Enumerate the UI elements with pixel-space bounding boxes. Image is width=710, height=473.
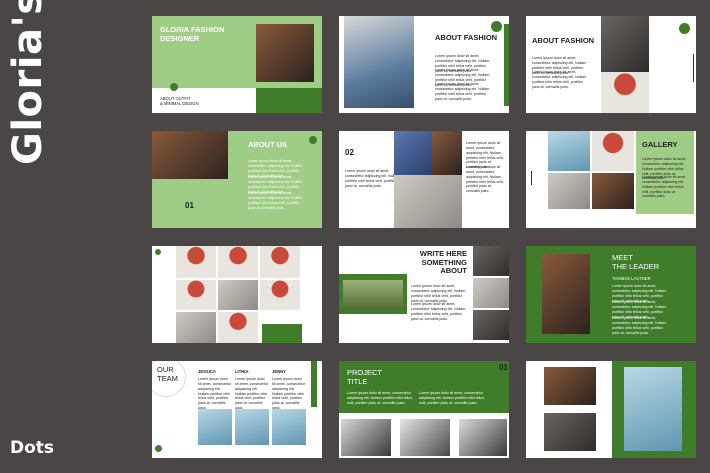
body-text: Lorem ipsum dolor sit amet, consectetur … <box>198 377 232 410</box>
photo-shirt <box>394 131 432 175</box>
dot-accent <box>155 249 161 255</box>
team-member-name: JENNY <box>272 369 286 374</box>
photo-grid-8 <box>218 312 258 343</box>
photo-team-1 <box>198 409 232 445</box>
slide-title: ABOUT FASHION <box>532 36 595 45</box>
photo-2 <box>544 413 596 451</box>
photo-grid-5 <box>218 280 258 310</box>
divider <box>693 54 694 82</box>
side-bar <box>311 361 317 407</box>
body-text: Lorem ipsum dolor sit amet, consectetur … <box>235 377 269 410</box>
slide-number: 02 <box>345 148 354 157</box>
slide-about-fashion-1[interactable]: ABOUT FASHION Lorem ipsum dolor sit amet… <box>339 16 509 113</box>
body-text: Lorem ipsum dolor sit amet, consectetur … <box>642 175 687 199</box>
photo-shoes <box>432 131 462 175</box>
leader-name: THOMAS LAUTNER <box>612 276 651 281</box>
body-text: Lorem ipsum dolor sit amet, consectetur … <box>347 391 413 405</box>
photo-model-denim <box>344 16 414 108</box>
photo-grid-7 <box>176 312 216 343</box>
photo-grid-4 <box>176 280 216 310</box>
photo-field <box>343 280 403 310</box>
slide-02[interactable]: 02 Lorem ipsum dolor sit amet, consectet… <box>339 131 509 228</box>
dot-accent <box>491 21 502 32</box>
photo-1 <box>544 367 596 405</box>
slide-title: PROJECT TITLE <box>347 368 383 386</box>
photo-person-1 <box>473 246 509 276</box>
photo-gallery-4 <box>592 173 634 209</box>
brand-subtitle: Dots <box>10 438 55 458</box>
slide-title: ABOUT FASHION <box>435 33 498 42</box>
photo-3 <box>624 367 682 451</box>
slide-number: 01 <box>499 363 508 372</box>
body-text: Lorem ipsum dolor sit amet, consectetur … <box>419 391 485 405</box>
slide-cover[interactable]: GLORIA FASHION DESIGNER ABOUT OUTFIT & M… <box>152 16 322 113</box>
dot-accent <box>679 23 690 34</box>
slide-subtitle: ABOUT OUTFIT & MINIMAL DESIGN <box>160 96 199 107</box>
photo-gallery-2 <box>592 131 634 171</box>
photo-grid-6 <box>260 280 300 310</box>
dot-accent <box>170 83 178 91</box>
body-text: Lorem ipsum dolor sit amet, consectetur … <box>411 284 466 303</box>
slide-meet-leader[interactable]: MEET THE LEADER THOMAS LAUTNER Lorem ips… <box>526 246 696 343</box>
photo-man-suit <box>601 16 649 72</box>
side-bar <box>504 24 509 106</box>
photo-project-3 <box>459 419 507 456</box>
body-text: Lorem ipsum dolor sit amet, consectetur … <box>532 70 587 89</box>
dark-green-block <box>256 88 322 113</box>
body-text: Lorem ipsum dolor sit amet, consectetur … <box>248 191 303 210</box>
slide-project-title[interactable]: PROJECT TITLE 01 Lorem ipsum dolor sit a… <box>339 361 509 458</box>
slide-title: OUR TEAM <box>157 365 178 383</box>
photo-team-2 <box>235 409 269 445</box>
body-text: Lorem ipsum dolor sit amet, consectetur … <box>466 165 504 194</box>
dot-accent <box>155 445 162 452</box>
body-text: Lorem ipsum dolor sit amet, consectetur … <box>435 82 490 101</box>
photo-grid-2 <box>218 246 258 278</box>
photo-grid-3 <box>260 246 300 278</box>
photo-mannequin <box>152 131 228 179</box>
slide-photos[interactable] <box>526 361 696 458</box>
photo-person-2 <box>473 278 509 308</box>
slide-title: MEET THE LEADER <box>612 253 660 271</box>
dark-green-block <box>262 324 302 343</box>
photo-person-3 <box>473 310 509 340</box>
dot-accent <box>309 136 317 144</box>
slide-our-team[interactable]: OUR TEAM JESSICA LITHIA JENNY Lorem ipsu… <box>152 361 322 458</box>
slide-title: GALLERY <box>642 140 678 149</box>
body-text: Lorem ipsum dolor sit amet, consectetur … <box>411 302 466 321</box>
body-text: Lorem ipsum dolor sit amet, consectetur … <box>612 316 667 335</box>
photo-mannequin <box>256 24 314 82</box>
photo-grid-1 <box>176 246 216 278</box>
slide-gallery[interactable]: GALLERY Lorem ipsum dolor sit amet, cons… <box>526 131 696 228</box>
slide-title: GLORIA FASHION DESIGNER <box>160 25 225 43</box>
brand-title: Gloria's <box>5 0 51 165</box>
photo-team-3 <box>272 409 306 445</box>
team-member-name: JESSICA <box>198 369 216 374</box>
slide-title: WRITE HERE SOMETHING ABOUT <box>419 249 467 276</box>
photo-gallery-1 <box>548 131 590 171</box>
divider <box>531 171 532 185</box>
slide-write-here[interactable]: WRITE HERE SOMETHING ABOUT Lorem ipsum d… <box>339 246 509 343</box>
photo-flowers <box>601 72 649 113</box>
photo-gallery-3 <box>548 173 590 209</box>
slide-about-fashion-2[interactable]: ABOUT FASHION Lorem ipsum dolor sit amet… <box>526 16 696 113</box>
photo-project-2 <box>400 419 450 456</box>
slide-title: ABOUT US <box>248 140 288 149</box>
photo-accessories <box>394 175 462 228</box>
body-text: Lorem ipsum dolor sit amet, consectetur … <box>272 377 306 410</box>
slide-number: 01 <box>185 201 194 210</box>
photo-project-1 <box>341 419 391 456</box>
slide-photo-grid[interactable] <box>152 246 322 343</box>
photo-leader <box>542 254 590 334</box>
team-member-name: LITHIA <box>235 369 249 374</box>
slide-about-us[interactable]: ABOUT US Lorem ipsum dolor sit amet, con… <box>152 131 322 228</box>
